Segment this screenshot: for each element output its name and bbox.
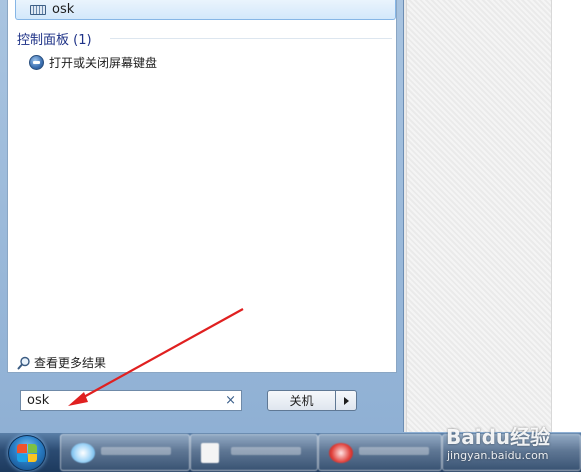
keyboard-icon bbox=[30, 4, 46, 15]
watermark-url: jingyan.baidu.com bbox=[447, 449, 549, 462]
windows-orb-icon bbox=[17, 444, 37, 462]
cloud-icon bbox=[71, 443, 95, 463]
taskbar-button-1[interactable] bbox=[60, 434, 190, 471]
control-panel-item-osk-toggle[interactable]: 打开或关闭屏幕键盘 bbox=[29, 54, 157, 71]
see-more-results-label: 查看更多结果 bbox=[34, 356, 107, 370]
desktop-edge bbox=[552, 0, 581, 432]
taskbar-button-label bbox=[231, 447, 301, 455]
section-divider bbox=[110, 38, 392, 39]
shutdown-options-button[interactable] bbox=[335, 390, 357, 411]
program-result-label: osk bbox=[52, 2, 75, 17]
start-search-box[interactable]: × bbox=[20, 390, 242, 411]
watermark-logo: Baidu经验 bbox=[446, 425, 551, 449]
control-panel-header[interactable]: 控制面板 (1) bbox=[17, 29, 92, 48]
desktop-window-panel bbox=[406, 0, 552, 432]
chevron-right-icon bbox=[343, 396, 349, 405]
control-panel-item-label: 打开或关闭屏幕键盘 bbox=[49, 56, 158, 70]
taskbar-button-2[interactable] bbox=[190, 434, 318, 471]
ease-of-access-icon bbox=[29, 55, 44, 70]
see-more-results-link[interactable]: 查看更多结果 bbox=[17, 354, 106, 371]
taskbar-button-label bbox=[359, 447, 429, 455]
taskbar-button-3[interactable] bbox=[318, 434, 442, 471]
browser-icon bbox=[329, 443, 353, 463]
start-search-input[interactable] bbox=[27, 393, 217, 408]
taskbar-button-label bbox=[101, 447, 171, 455]
clear-search-icon[interactable]: × bbox=[225, 393, 236, 408]
start-menu: osk 控制面板 (1) 打开或关闭屏幕键盘 查看更多结果 × 关机 bbox=[0, 0, 404, 432]
shutdown-button[interactable]: 关机 bbox=[267, 390, 336, 411]
magnify-icon bbox=[17, 356, 30, 369]
program-result-osk[interactable]: osk bbox=[15, 0, 396, 20]
document-icon bbox=[201, 443, 219, 463]
